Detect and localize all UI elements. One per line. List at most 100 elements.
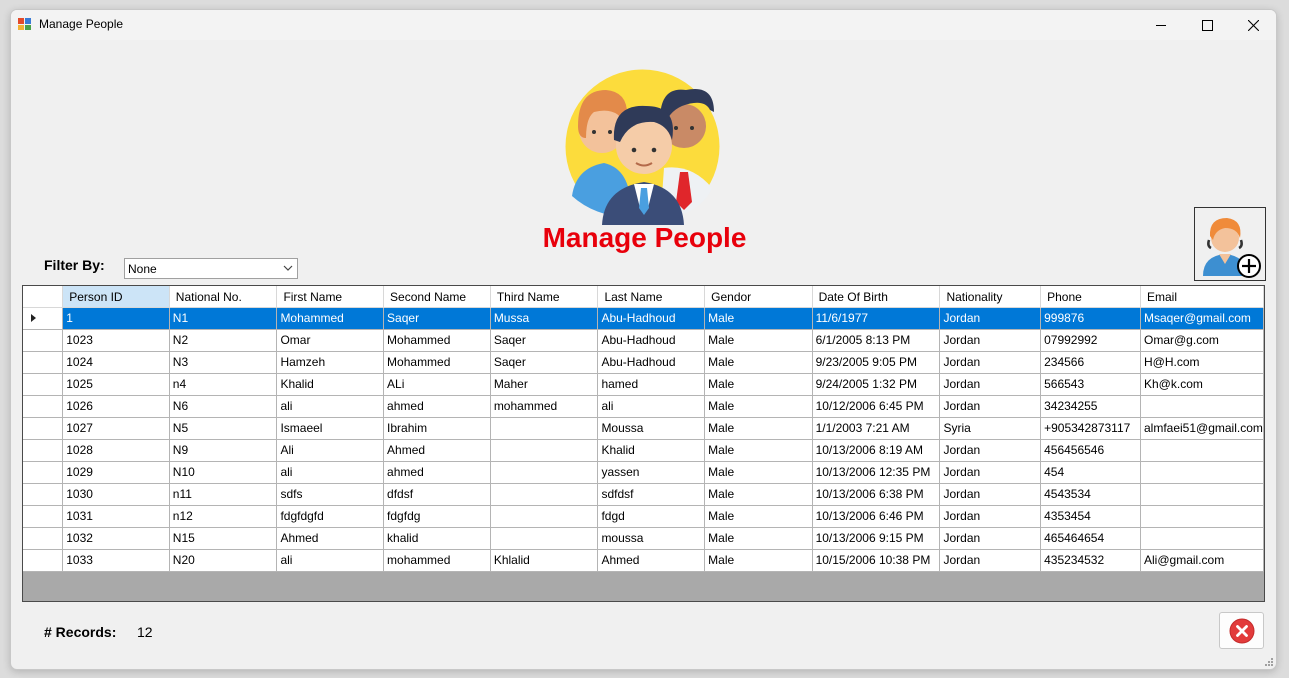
table-row[interactable]: 1025 n4 Khalid ALi Maher hamed Male 9/24/2005 1…	[23, 373, 1264, 396]
maximize-button[interactable]	[1184, 10, 1230, 40]
table-cell[interactable]: Abu-Hadhoud	[597, 351, 706, 374]
table-cell[interactable]: N20	[169, 549, 278, 572]
row-header-cell[interactable]	[23, 549, 64, 572]
table-cell[interactable]: Omar	[276, 329, 385, 352]
table-cell[interactable]: Jordan	[939, 527, 1042, 550]
table-cell[interactable]: fdgd	[597, 505, 706, 528]
column-header-last-name[interactable]: Last Name	[597, 286, 706, 308]
column-header-first-name[interactable]: First Name	[276, 286, 385, 308]
row-header-cell[interactable]	[23, 417, 64, 440]
table-cell[interactable]: Male	[704, 351, 813, 374]
table-cell[interactable]: Saqer	[490, 351, 599, 374]
table-cell[interactable]: Jordan	[939, 373, 1042, 396]
table-cell[interactable]: N6	[169, 395, 278, 418]
column-header-second-name[interactable]: Second Name	[383, 286, 491, 308]
table-cell[interactable]: Jordan	[939, 439, 1042, 462]
table-cell[interactable]: 9/24/2005 1:32 PM	[812, 373, 941, 396]
table-cell[interactable]: Jordan	[939, 307, 1042, 330]
table-cell[interactable]: 465464654	[1040, 527, 1141, 550]
table-cell[interactable]	[490, 461, 599, 484]
table-row[interactable]: 1028 N9 Ali Ahmed Khalid Male 10/13/2006 8:19 …	[23, 439, 1264, 462]
table-cell[interactable]: 435234532	[1040, 549, 1141, 572]
table-cell[interactable]: 1026	[62, 395, 170, 418]
table-cell[interactable]: Moussa	[597, 417, 706, 440]
table-cell[interactable]: Jordan	[939, 549, 1042, 572]
title-bar[interactable]: Manage People	[11, 10, 1276, 40]
table-cell[interactable]: 1027	[62, 417, 170, 440]
table-cell[interactable]: Ali	[276, 439, 385, 462]
table-row[interactable]: 1029 N10 ali ahmed yassen Male 10/13/2006 12:3…	[23, 461, 1264, 484]
close-button[interactable]	[1219, 612, 1264, 649]
table-cell[interactable]: N1	[169, 307, 278, 330]
row-header-cell[interactable]	[23, 439, 64, 462]
filter-dropdown[interactable]: None	[124, 258, 298, 279]
column-header-nationality[interactable]: Nationality	[939, 286, 1042, 308]
table-cell[interactable]: mohammed	[383, 549, 491, 572]
table-cell[interactable]: ahmed	[383, 395, 491, 418]
table-cell[interactable]: 1032	[62, 527, 170, 550]
table-row[interactable]: 1031 n12 fdgfdgfd fdgfdg fdgd Male 10/13/2006 …	[23, 505, 1264, 528]
table-cell[interactable]: N3	[169, 351, 278, 374]
table-cell[interactable]: Ismaeel	[276, 417, 385, 440]
table-cell[interactable]: 07992992	[1040, 329, 1141, 352]
table-cell[interactable]: 10/12/2006 6:45 PM	[812, 395, 941, 418]
row-header-cell[interactable]	[23, 329, 64, 352]
table-cell[interactable]: Saqer	[383, 307, 491, 330]
table-cell[interactable]: Male	[704, 307, 813, 330]
table-cell[interactable]: 1029	[62, 461, 170, 484]
table-cell[interactable]: Khalid	[276, 373, 385, 396]
row-header-cell[interactable]	[23, 461, 64, 484]
column-header-date-of-birth[interactable]: Date Of Birth	[812, 286, 941, 308]
table-cell[interactable]: ali	[597, 395, 706, 418]
table-cell[interactable]: Male	[704, 329, 813, 352]
table-cell[interactable]: ALi	[383, 373, 491, 396]
table-cell[interactable]: N10	[169, 461, 278, 484]
table-cell[interactable]: N15	[169, 527, 278, 550]
table-cell[interactable]: 1024	[62, 351, 170, 374]
column-header-email[interactable]: Email	[1140, 286, 1264, 308]
table-cell[interactable]	[1140, 483, 1264, 506]
column-header-national-no[interactable]: National No.	[169, 286, 278, 308]
table-cell[interactable]: almfaei51@gmail.com	[1140, 417, 1264, 440]
table-cell[interactable]	[490, 439, 599, 462]
table-cell[interactable]: fdgfdg	[383, 505, 491, 528]
table-cell[interactable]: n12	[169, 505, 278, 528]
table-cell[interactable]	[490, 417, 599, 440]
table-cell[interactable]	[1140, 395, 1264, 418]
row-header-cell[interactable]	[23, 395, 64, 418]
table-cell[interactable]: Omar@g.com	[1140, 329, 1264, 352]
table-cell[interactable]: N5	[169, 417, 278, 440]
table-cell[interactable]: 1023	[62, 329, 170, 352]
table-cell[interactable]: sdfdsf	[597, 483, 706, 506]
row-header-cell[interactable]	[23, 505, 64, 528]
table-row[interactable]: 1027 N5 Ismaeel Ibrahim Moussa Male 1/1/2003 7…	[23, 417, 1264, 440]
column-header-third-name[interactable]: Third Name	[490, 286, 599, 308]
table-cell[interactable]	[1140, 439, 1264, 462]
table-row[interactable]: 1 N1 Mohammed Saqer Mussa Abu-Hadhoud Male 11/6…	[23, 307, 1264, 330]
table-cell[interactable]: N2	[169, 329, 278, 352]
table-cell[interactable]: Jordan	[939, 351, 1042, 374]
table-cell[interactable]: 1025	[62, 373, 170, 396]
table-cell[interactable]: N9	[169, 439, 278, 462]
column-header-gendor[interactable]: Gendor	[704, 286, 813, 308]
table-cell[interactable]: 454	[1040, 461, 1141, 484]
table-cell[interactable]: Male	[704, 395, 813, 418]
table-cell[interactable]: Jordan	[939, 329, 1042, 352]
table-cell[interactable]: Ibrahim	[383, 417, 491, 440]
table-cell[interactable]: Male	[704, 483, 813, 506]
table-cell[interactable]: Syria	[939, 417, 1042, 440]
table-cell[interactable]: mohammed	[490, 395, 599, 418]
table-cell[interactable]: Ahmed	[597, 549, 706, 572]
column-header-person-id[interactable]: Person ID	[62, 286, 170, 308]
table-row[interactable]: 1033 N20 ali mohammed Khlalid Ahmed Male 10/15/…	[23, 549, 1264, 572]
table-cell[interactable]: Male	[704, 417, 813, 440]
table-cell[interactable]: Mohammed	[276, 307, 385, 330]
table-cell[interactable]: 1030	[62, 483, 170, 506]
corner-header-cell[interactable]	[23, 286, 64, 308]
table-cell[interactable]: ali	[276, 461, 385, 484]
table-cell[interactable]: Ahmed	[383, 439, 491, 462]
minimize-button[interactable]	[1138, 10, 1184, 40]
table-cell[interactable]: 10/13/2006 8:19 AM	[812, 439, 941, 462]
table-cell[interactable]: 999876	[1040, 307, 1141, 330]
table-cell[interactable]: +905342873117	[1040, 417, 1141, 440]
